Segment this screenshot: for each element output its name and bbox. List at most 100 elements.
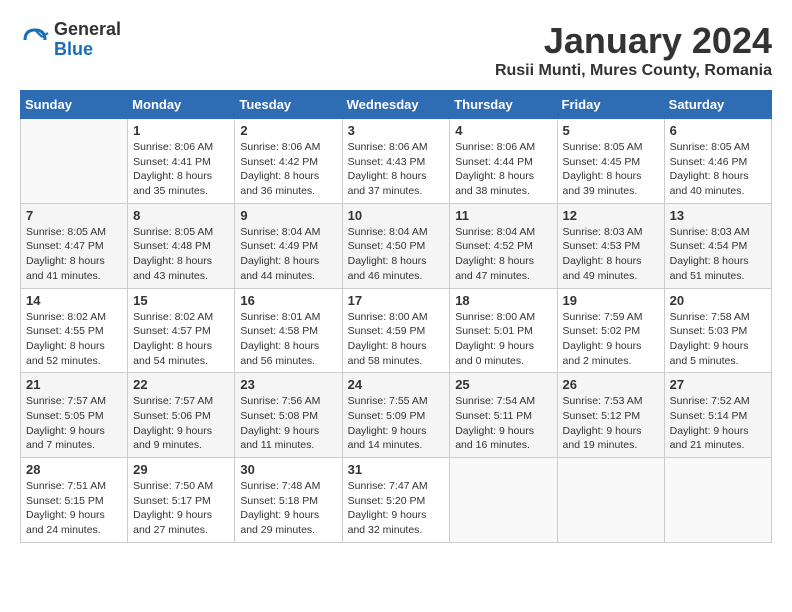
calendar-cell: 20 Sunrise: 7:58 AM Sunset: 5:03 PM Dayli…: [664, 288, 771, 373]
day-number: 4: [455, 123, 551, 138]
calendar-cell: [450, 458, 557, 543]
calendar-cell: 29Sunrise: 7:50 AM Sunset: 5:17 PM Dayli…: [128, 458, 235, 543]
day-number: 5: [563, 123, 659, 138]
header-day: Sunday: [21, 91, 128, 119]
day-info: Sunrise: 7:58 AM Sunset: 5:03 PM Dayligh…: [670, 310, 766, 369]
location-title: Rusii Munti, Mures County, Romania: [495, 62, 772, 80]
calendar-cell: 16 Sunrise: 8:01 AM Sunset: 4:58 PM Dayli…: [235, 288, 342, 373]
day-number: 20: [670, 293, 766, 308]
day-number: 14: [26, 293, 122, 308]
day-number: 1: [133, 123, 229, 138]
title-area: January 2024 Rusii Munti, Mures County, …: [495, 20, 772, 80]
calendar-cell: 4 Sunrise: 8:06 AM Sunset: 4:44 PM Daylig…: [450, 119, 557, 204]
day-info: Sunrise: 8:02 AM Sunset: 4:55 PM Dayligh…: [26, 310, 122, 369]
calendar-cell: 25Sunrise: 7:54 AM Sunset: 5:11 PM Dayli…: [450, 373, 557, 458]
day-number: 27: [670, 377, 766, 392]
calendar-cell: 7Sunrise: 8:05 AM Sunset: 4:47 PM Daylig…: [21, 203, 128, 288]
calendar-cell: 28Sunrise: 7:51 AM Sunset: 5:15 PM Dayli…: [21, 458, 128, 543]
day-info: Sunrise: 8:05 AM Sunset: 4:45 PM Dayligh…: [563, 140, 659, 199]
day-number: 6: [670, 123, 766, 138]
calendar-cell: 5 Sunrise: 8:05 AM Sunset: 4:45 PM Daylig…: [557, 119, 664, 204]
calendar-week-row: 28Sunrise: 7:51 AM Sunset: 5:15 PM Dayli…: [21, 458, 772, 543]
day-number: 25: [455, 377, 551, 392]
day-info: Sunrise: 8:06 AM Sunset: 4:42 PM Dayligh…: [240, 140, 336, 199]
calendar-cell: 23 Sunrise: 7:56 AM Sunset: 5:08 PM Dayli…: [235, 373, 342, 458]
day-info: Sunrise: 7:59 AM Sunset: 5:02 PM Dayligh…: [563, 310, 659, 369]
header-day: Saturday: [664, 91, 771, 119]
day-number: 26: [563, 377, 659, 392]
day-number: 31: [348, 462, 445, 477]
day-info: Sunrise: 8:04 AM Sunset: 4:49 PM Dayligh…: [240, 225, 336, 284]
day-info: Sunrise: 8:00 AM Sunset: 5:01 PM Dayligh…: [455, 310, 551, 369]
day-number: 18: [455, 293, 551, 308]
header-day: Tuesday: [235, 91, 342, 119]
calendar-week-row: 14 Sunrise: 8:02 AM Sunset: 4:55 PM Dayli…: [21, 288, 772, 373]
calendar-cell: [664, 458, 771, 543]
day-number: 21: [26, 377, 122, 392]
logo-text: General Blue: [54, 20, 121, 60]
day-info: Sunrise: 8:04 AM Sunset: 4:52 PM Dayligh…: [455, 225, 551, 284]
day-number: 2: [240, 123, 336, 138]
calendar-week-row: 7Sunrise: 8:05 AM Sunset: 4:47 PM Daylig…: [21, 203, 772, 288]
day-info: Sunrise: 7:57 AM Sunset: 5:06 PM Dayligh…: [133, 394, 229, 453]
header-day: Friday: [557, 91, 664, 119]
logo: General Blue: [20, 20, 121, 60]
day-info: Sunrise: 7:57 AM Sunset: 5:05 PM Dayligh…: [26, 394, 122, 453]
day-number: 12: [563, 208, 659, 223]
day-number: 9: [240, 208, 336, 223]
calendar-cell: 15 Sunrise: 8:02 AM Sunset: 4:57 PM Dayli…: [128, 288, 235, 373]
calendar-cell: 17 Sunrise: 8:00 AM Sunset: 4:59 PM Dayli…: [342, 288, 450, 373]
day-info: Sunrise: 7:52 AM Sunset: 5:14 PM Dayligh…: [670, 394, 766, 453]
calendar-cell: 1 Sunrise: 8:06 AM Sunset: 4:41 PM Daylig…: [128, 119, 235, 204]
day-number: 17: [348, 293, 445, 308]
logo-blue: Blue: [54, 40, 121, 60]
day-info: Sunrise: 8:05 AM Sunset: 4:48 PM Dayligh…: [133, 225, 229, 284]
day-info: Sunrise: 7:47 AM Sunset: 5:20 PM Dayligh…: [348, 479, 445, 538]
calendar-cell: 24 Sunrise: 7:55 AM Sunset: 5:09 PM Dayli…: [342, 373, 450, 458]
calendar-cell: [21, 119, 128, 204]
day-info: Sunrise: 8:06 AM Sunset: 4:43 PM Dayligh…: [348, 140, 445, 199]
day-number: 3: [348, 123, 445, 138]
day-number: 8: [133, 208, 229, 223]
day-number: 22: [133, 377, 229, 392]
day-info: Sunrise: 8:05 AM Sunset: 4:47 PM Dayligh…: [26, 225, 122, 284]
calendar-cell: 2 Sunrise: 8:06 AM Sunset: 4:42 PM Daylig…: [235, 119, 342, 204]
day-info: Sunrise: 8:02 AM Sunset: 4:57 PM Dayligh…: [133, 310, 229, 369]
day-number: 15: [133, 293, 229, 308]
day-info: Sunrise: 7:51 AM Sunset: 5:15 PM Dayligh…: [26, 479, 122, 538]
calendar-cell: 21 Sunrise: 7:57 AM Sunset: 5:05 PM Dayli…: [21, 373, 128, 458]
day-number: 23: [240, 377, 336, 392]
day-info: Sunrise: 7:50 AM Sunset: 5:17 PM Dayligh…: [133, 479, 229, 538]
calendar-cell: 13 Sunrise: 8:03 AM Sunset: 4:54 PM Dayli…: [664, 203, 771, 288]
header: General Blue January 2024 Rusii Munti, M…: [20, 20, 772, 80]
day-number: 30: [240, 462, 336, 477]
day-info: Sunrise: 7:48 AM Sunset: 5:18 PM Dayligh…: [240, 479, 336, 538]
day-info: Sunrise: 8:06 AM Sunset: 4:41 PM Dayligh…: [133, 140, 229, 199]
calendar-table: SundayMondayTuesdayWednesdayThursdayFrid…: [20, 90, 772, 543]
calendar-cell: 22 Sunrise: 7:57 AM Sunset: 5:06 PM Dayli…: [128, 373, 235, 458]
calendar-week-row: 21 Sunrise: 7:57 AM Sunset: 5:05 PM Dayli…: [21, 373, 772, 458]
calendar-cell: 18 Sunrise: 8:00 AM Sunset: 5:01 PM Dayli…: [450, 288, 557, 373]
day-number: 11: [455, 208, 551, 223]
calendar-cell: 9 Sunrise: 8:04 AM Sunset: 4:49 PM Daylig…: [235, 203, 342, 288]
day-number: 16: [240, 293, 336, 308]
day-info: Sunrise: 8:06 AM Sunset: 4:44 PM Dayligh…: [455, 140, 551, 199]
day-number: 24: [348, 377, 445, 392]
day-info: Sunrise: 8:03 AM Sunset: 4:54 PM Dayligh…: [670, 225, 766, 284]
calendar-cell: [557, 458, 664, 543]
calendar-cell: 3 Sunrise: 8:06 AM Sunset: 4:43 PM Daylig…: [342, 119, 450, 204]
calendar-cell: 11 Sunrise: 8:04 AM Sunset: 4:52 PM Dayli…: [450, 203, 557, 288]
day-info: Sunrise: 8:00 AM Sunset: 4:59 PM Dayligh…: [348, 310, 445, 369]
calendar-week-row: 1 Sunrise: 8:06 AM Sunset: 4:41 PM Daylig…: [21, 119, 772, 204]
day-number: 13: [670, 208, 766, 223]
calendar-cell: 14 Sunrise: 8:02 AM Sunset: 4:55 PM Dayli…: [21, 288, 128, 373]
header-row: SundayMondayTuesdayWednesdayThursdayFrid…: [21, 91, 772, 119]
calendar-cell: 8 Sunrise: 8:05 AM Sunset: 4:48 PM Daylig…: [128, 203, 235, 288]
day-info: Sunrise: 7:56 AM Sunset: 5:08 PM Dayligh…: [240, 394, 336, 453]
day-info: Sunrise: 8:03 AM Sunset: 4:53 PM Dayligh…: [563, 225, 659, 284]
day-info: Sunrise: 7:55 AM Sunset: 5:09 PM Dayligh…: [348, 394, 445, 453]
day-number: 19: [563, 293, 659, 308]
calendar-cell: 6Sunrise: 8:05 AM Sunset: 4:46 PM Daylig…: [664, 119, 771, 204]
day-number: 10: [348, 208, 445, 223]
day-info: Sunrise: 8:01 AM Sunset: 4:58 PM Dayligh…: [240, 310, 336, 369]
